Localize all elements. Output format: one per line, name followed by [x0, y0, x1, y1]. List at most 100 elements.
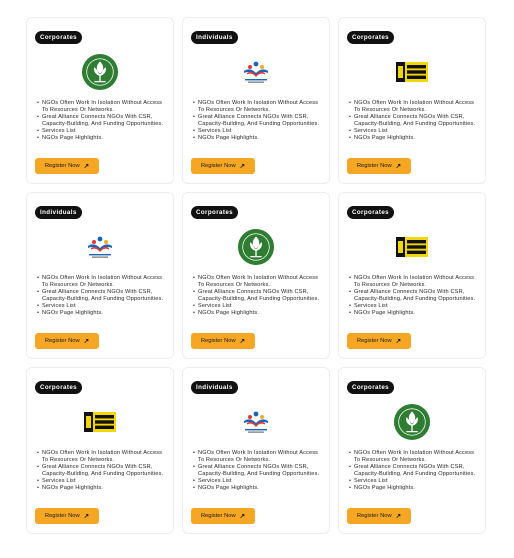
organization-logo	[27, 402, 173, 442]
feature-item: Services List	[37, 478, 167, 485]
feature-item: NGOs Often Work In Isolation Without Acc…	[193, 100, 323, 114]
ngo-card: Corporates NGOs Often Work In Isolation …	[26, 17, 174, 184]
feature-item: NGOs Page Highlights.	[349, 310, 479, 317]
arrow-up-right-icon: ↗	[395, 513, 402, 520]
arrow-up-right-icon: ↗	[239, 338, 246, 345]
feature-item: NGOs Often Work In Isolation Without Acc…	[193, 450, 323, 464]
ngo-card: Corporates NGOs Often Work In Isolation …	[182, 192, 330, 359]
register-now-label: Register Now	[44, 338, 80, 344]
register-now-button[interactable]: Register Now ↗	[347, 333, 411, 349]
feature-item: NGOs Page Highlights.	[193, 135, 323, 142]
arrow-up-right-icon: ↗	[395, 163, 402, 170]
category-badge: Corporates	[35, 381, 83, 394]
category-badge: Corporates	[191, 206, 239, 219]
ngo-card: Corporates NGOs Often Work In Isolation …	[26, 367, 174, 534]
feature-item: NGOs Page Highlights.	[37, 135, 167, 142]
feature-item: Services List	[37, 303, 167, 310]
organization-logo	[27, 52, 173, 92]
register-now-button[interactable]: Register Now ↗	[35, 508, 99, 524]
feature-item: NGOs Page Highlights.	[37, 485, 167, 492]
feature-item: Services List	[193, 303, 323, 310]
arrow-up-right-icon: ↗	[83, 338, 90, 345]
register-now-button[interactable]: Register Now ↗	[191, 158, 255, 174]
feature-list: NGOs Often Work In Isolation Without Acc…	[37, 450, 167, 493]
feature-item: NGOs Often Work In Isolation Without Acc…	[349, 100, 479, 114]
register-now-label: Register Now	[44, 513, 80, 519]
arrow-up-right-icon: ↗	[239, 163, 246, 170]
register-now-button[interactable]: Register Now ↗	[347, 158, 411, 174]
feature-item: Great Alliance Connects NGOs With CSR, C…	[193, 114, 323, 128]
register-now-label: Register Now	[356, 163, 392, 169]
feature-list: NGOs Often Work In Isolation Without Acc…	[349, 450, 479, 493]
feature-list: NGOs Often Work In Isolation Without Acc…	[193, 100, 323, 143]
ngo-card: Corporates NGOs Often Work In Isolation …	[338, 367, 486, 534]
feature-item: NGOs Page Highlights.	[349, 135, 479, 142]
feature-item: NGOs Page Highlights.	[349, 485, 479, 492]
ngo-card: Individuals NGOs Often Work In Isolation…	[182, 17, 330, 184]
ngo-card: Individuals NGOs Often Work In Isolation…	[182, 367, 330, 534]
feature-item: Services List	[349, 303, 479, 310]
register-now-label: Register Now	[356, 338, 392, 344]
feature-item: Services List	[349, 478, 479, 485]
feature-item: NGOs Often Work In Isolation Without Acc…	[349, 450, 479, 464]
feature-item: Services List	[193, 478, 323, 485]
ngo-card: Individuals NGOs Often Work In Isolation…	[26, 192, 174, 359]
arrow-up-right-icon: ↗	[395, 338, 402, 345]
register-now-label: Register Now	[200, 513, 236, 519]
feature-item: NGOs Often Work In Isolation Without Acc…	[37, 100, 167, 114]
feature-item: Great Alliance Connects NGOs With CSR, C…	[193, 464, 323, 478]
ngo-card: Corporates NGOs Often Work In Isolation …	[338, 192, 486, 359]
feature-item: NGOs Often Work In Isolation Without Acc…	[37, 275, 167, 289]
feature-list: NGOs Often Work In Isolation Without Acc…	[349, 100, 479, 143]
organization-logo	[183, 227, 329, 267]
register-now-button[interactable]: Register Now ↗	[35, 333, 99, 349]
organization-logo	[339, 52, 485, 92]
feature-item: Great Alliance Connects NGOs With CSR, C…	[349, 114, 479, 128]
feature-item: NGOs Often Work In Isolation Without Acc…	[193, 275, 323, 289]
feature-item: Great Alliance Connects NGOs With CSR, C…	[37, 289, 167, 303]
category-badge: Corporates	[347, 31, 395, 44]
register-now-button[interactable]: Register Now ↗	[35, 158, 99, 174]
feature-item: NGOs Page Highlights.	[193, 485, 323, 492]
feature-list: NGOs Often Work In Isolation Without Acc…	[349, 275, 479, 318]
category-badge: Corporates	[35, 31, 83, 44]
category-badge: Corporates	[347, 206, 395, 219]
feature-list: NGOs Often Work In Isolation Without Acc…	[193, 450, 323, 493]
feature-item: NGOs Page Highlights.	[37, 310, 167, 317]
organization-logo	[183, 402, 329, 442]
feature-item: Great Alliance Connects NGOs With CSR, C…	[349, 289, 479, 303]
register-now-label: Register Now	[356, 513, 392, 519]
feature-item: Services List	[349, 128, 479, 135]
register-now-label: Register Now	[200, 163, 236, 169]
arrow-up-right-icon: ↗	[83, 513, 90, 520]
feature-item: NGOs Page Highlights.	[193, 310, 323, 317]
organization-logo	[183, 52, 329, 92]
category-badge: Corporates	[347, 381, 395, 394]
category-badge: Individuals	[191, 381, 238, 394]
organization-logo	[339, 402, 485, 442]
feature-item: Great Alliance Connects NGOs With CSR, C…	[193, 289, 323, 303]
feature-item: Great Alliance Connects NGOs With CSR, C…	[349, 464, 479, 478]
feature-item: NGOs Often Work In Isolation Without Acc…	[349, 275, 479, 289]
feature-item: Great Alliance Connects NGOs With CSR, C…	[37, 464, 167, 478]
feature-list: NGOs Often Work In Isolation Without Acc…	[193, 275, 323, 318]
organization-logo	[27, 227, 173, 267]
feature-item: Great Alliance Connects NGOs With CSR, C…	[37, 114, 167, 128]
arrow-up-right-icon: ↗	[83, 163, 90, 170]
feature-list: NGOs Often Work In Isolation Without Acc…	[37, 275, 167, 318]
feature-item: Services List	[193, 128, 323, 135]
category-badge: Individuals	[191, 31, 238, 44]
arrow-up-right-icon: ↗	[239, 513, 246, 520]
ngo-card-grid: Corporates NGOs Often Work In Isolation …	[26, 17, 486, 534]
register-now-button[interactable]: Register Now ↗	[191, 508, 255, 524]
ngo-card: Corporates NGOs Often Work In Isolation …	[338, 17, 486, 184]
category-badge: Individuals	[35, 206, 82, 219]
register-now-button[interactable]: Register Now ↗	[347, 508, 411, 524]
feature-item: Services List	[37, 128, 167, 135]
register-now-label: Register Now	[44, 163, 80, 169]
feature-list: NGOs Often Work In Isolation Without Acc…	[37, 100, 167, 143]
register-now-label: Register Now	[200, 338, 236, 344]
organization-logo	[339, 227, 485, 267]
feature-item: NGOs Often Work In Isolation Without Acc…	[37, 450, 167, 464]
register-now-button[interactable]: Register Now ↗	[191, 333, 255, 349]
